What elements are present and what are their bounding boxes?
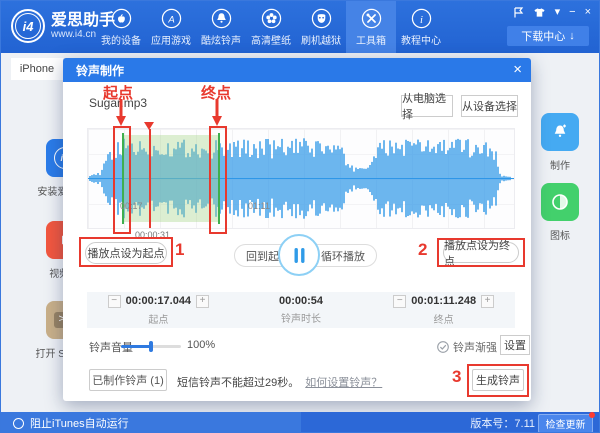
start-time-column: − 00:00:17.044 + 起点 [87,295,230,326]
annotation-box-step2 [437,238,525,267]
start-time-value: 00:00:17.044 [126,295,191,307]
nav-tutorials[interactable]: i 教程中心 [396,1,446,53]
waveform-end-time: 01:11 [248,201,270,211]
radio-circle-icon [13,418,24,429]
sms-ringtone-hint: 短信铃声不能超过29秒。如何设置铃声？ [177,374,382,390]
dialog-title: 铃声制作 [76,62,124,79]
annotation-step-2: 2 [418,240,427,260]
playhead-triangle-icon[interactable] [144,122,154,130]
start-time-label: 起点 [148,311,168,326]
volume-slider-fill [121,345,152,348]
nav-jailbreak[interactable]: 刷机越狱 [296,1,346,53]
annotation-box-end-marker [209,126,227,234]
annotation-box-step3 [467,364,529,397]
circle-badge-icon [541,183,579,221]
choose-from-pc-button[interactable]: 从电脑选择 [401,95,453,117]
waveform-panel[interactable]: 00:17 01:11 [87,128,515,229]
nav-wallpapers[interactable]: 高清壁纸 [246,1,296,53]
annotation-arrow-down-icon [212,99,222,127]
top-nav-bar: i4 爱思助手 www.i4.cn 我的设备 A [1,1,600,53]
check-update-button[interactable]: 检查更新 [538,414,593,433]
choose-from-device-button[interactable]: 从设备选择 [461,95,518,117]
playhead-marker[interactable] [149,129,151,228]
bell-icon [211,8,232,29]
block-itunes-toggle[interactable]: 阻止iTunes自动运行 [1,412,301,433]
volume-percent: 100% [187,339,215,351]
time-values-strip: − 00:00:17.044 + 起点 00:00:54 铃声时长 − 00:0… [87,292,515,328]
window-controls: ▾ − × [513,5,591,19]
main-nav: 我的设备 A 应用游戏 酷炫铃声 [96,1,446,53]
end-time-column: − 00:01:11.248 + 终点 [372,295,515,326]
annotation-step-1: 1 [175,240,184,260]
bg-app-ringtone-maker[interactable]: 制作 [541,113,579,151]
nav-ringtones[interactable]: 酷炫铃声 [196,1,246,53]
close-window-button[interactable]: × [585,6,591,18]
download-arrow-icon: ↓ [569,30,575,42]
info-icon: i [411,8,432,29]
flower-icon [261,8,282,29]
end-time-plus-button[interactable]: + [481,295,494,308]
feedback-flag-icon[interactable] [513,7,524,18]
volume-slider-handle[interactable] [149,341,153,352]
device-tab-iphone[interactable]: iPhone [11,58,63,80]
dialog-close-button[interactable]: × [513,60,522,80]
end-time-value: 00:01:11.248 [411,295,476,307]
nav-my-devices[interactable]: 我的设备 [96,1,146,53]
bg-app-label: 图标 [550,227,570,242]
nav-label: 刷机越狱 [301,32,341,47]
end-time-label: 终点 [434,311,454,326]
toolbox-icon [361,8,382,29]
nav-label: 教程中心 [401,32,441,47]
annotation-box-step1 [79,237,173,267]
nav-label: 工具箱 [356,32,386,47]
nav-label: 高清壁纸 [251,32,291,47]
start-time-plus-button[interactable]: + [196,295,209,308]
annotation-arrow-down-icon [116,99,126,127]
menu-chevron-icon[interactable]: ▾ [555,6,561,18]
update-notification-badge [589,412,595,418]
appstore-icon: A [161,8,182,29]
nav-label: 我的设备 [101,32,141,47]
annotation-step-3: 3 [452,367,461,387]
nav-toolbox[interactable]: 工具箱 [346,1,396,53]
annotation-box-start-marker [113,126,131,234]
theme-shirt-icon[interactable] [533,7,546,18]
end-time-minus-button[interactable]: − [393,295,406,308]
status-bar: 阻止iTunes自动运行 版本号：7.11 检查更新 [1,412,600,433]
version-label: 版本号：7.11 [470,415,535,431]
duration-column: 00:00:54 铃声时长 [230,295,373,325]
nav-label: 应用游戏 [151,32,191,47]
pause-button[interactable] [278,234,320,276]
fade-settings-button[interactable]: 设置 [500,335,530,355]
jailbreak-icon [311,8,332,29]
app-window: i4 爱思助手 www.i4.cn 我的设备 A [0,0,600,433]
duration-label: 铃声时长 [281,310,321,325]
apple-icon [111,8,132,29]
fade-check-icon [437,341,449,353]
how-to-set-ringtone-link[interactable]: 如何设置铃声？ [305,377,382,389]
download-center-button[interactable]: 下载中心 ↓ [507,26,589,46]
svg-text:i: i [420,14,423,25]
logo-icon: i4 [11,9,45,43]
bg-app-icons-tool[interactable]: 图标 [541,183,579,221]
start-time-minus-button[interactable]: − [108,295,121,308]
dialog-header: 铃声制作 × [63,58,531,82]
bg-app-label: 制作 [550,157,570,172]
made-ringtones-button[interactable]: 已制作铃声 (1) [89,369,167,391]
ringtone-maker-dialog: 铃声制作 × Sugar.mp3 从电脑选择 从设备选择 00:17 01:11… [63,58,531,401]
nav-apps-games[interactable]: A 应用游戏 [146,1,196,53]
pause-icon [293,248,306,263]
bell-plus-icon [541,113,579,151]
nav-label: 酷炫铃声 [201,32,241,47]
minimize-button[interactable]: − [569,6,575,18]
duration-value: 00:00:54 [279,295,323,307]
svg-text:A: A [167,14,174,25]
